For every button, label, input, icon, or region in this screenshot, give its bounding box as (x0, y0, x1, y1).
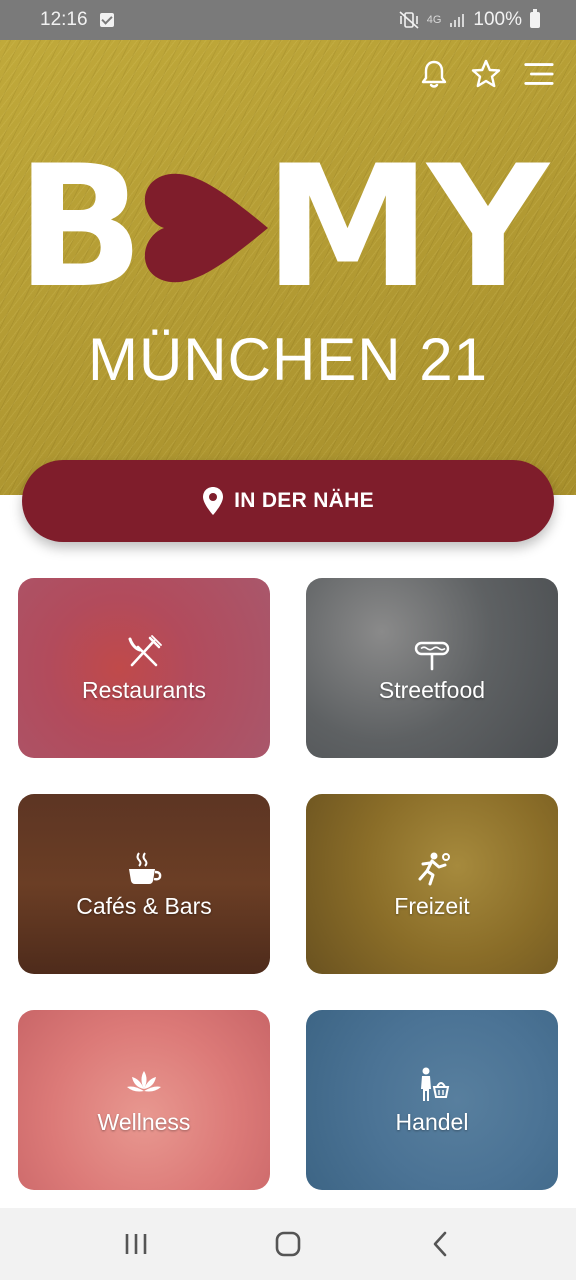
signal-icon (450, 14, 465, 27)
menu-icon[interactable] (522, 58, 554, 90)
battery-percent: 100% (473, 9, 522, 30)
recents-icon (125, 1234, 147, 1254)
status-bar: 12:16 4G 100% (0, 0, 576, 40)
nearby-button[interactable]: IN DER NÄHE (22, 460, 554, 542)
coffee-cup-icon (129, 851, 162, 884)
handel-label: Handel (395, 1108, 469, 1135)
cafes-bars-label: Cafés & Bars (76, 892, 212, 919)
status-left: 12:16 (40, 9, 114, 31)
shopper-icon (421, 1067, 450, 1101)
city-title: MÜNCHEN 21 (87, 326, 489, 393)
notification-check-icon (99, 13, 114, 27)
network-type: 4G (426, 13, 442, 26)
category-cafes-bars[interactable]: Cafés & Bars (18, 794, 270, 974)
lotus-icon (127, 1070, 161, 1091)
category-restaurants[interactable]: Restaurants (18, 578, 270, 758)
streetfood-label: Streetfood (378, 676, 486, 703)
hero-banner: B MY MÜNCHEN 21 (0, 40, 576, 495)
restaurants-label: Restaurants (81, 676, 206, 703)
battery-icon (530, 9, 540, 28)
app-logo: B MY (16, 143, 560, 311)
recents-button[interactable] (116, 1224, 156, 1264)
nearby-label: IN DER NÄHE (234, 489, 374, 512)
heart-icon (145, 173, 268, 283)
freizeit-label: Freizeit (394, 892, 470, 919)
home-icon (275, 1231, 301, 1257)
wellness-label: Wellness (97, 1108, 191, 1135)
category-handel[interactable]: Handel (306, 1010, 558, 1190)
fork-knife-icon (128, 634, 162, 666)
status-time: 12:16 (40, 9, 88, 30)
back-button[interactable] (420, 1224, 460, 1264)
location-pin-icon (203, 487, 224, 515)
star-icon[interactable] (470, 58, 502, 90)
hotdog-icon (414, 641, 450, 670)
back-icon (433, 1231, 447, 1257)
runner-icon (418, 852, 450, 885)
mute-vibrate-icon (399, 11, 419, 29)
bell-icon[interactable] (418, 58, 450, 90)
logo-letter-b: B (16, 129, 144, 325)
logo-letters-my: MY (264, 129, 549, 325)
category-freizeit[interactable]: Freizeit (306, 794, 558, 974)
status-right: 4G 100% (399, 9, 540, 31)
category-wellness[interactable]: Wellness (18, 1010, 270, 1190)
category-streetfood[interactable]: Streetfood (306, 578, 558, 758)
header-actions (418, 58, 554, 90)
home-button[interactable] (268, 1224, 308, 1264)
system-nav-bar (0, 1208, 576, 1280)
